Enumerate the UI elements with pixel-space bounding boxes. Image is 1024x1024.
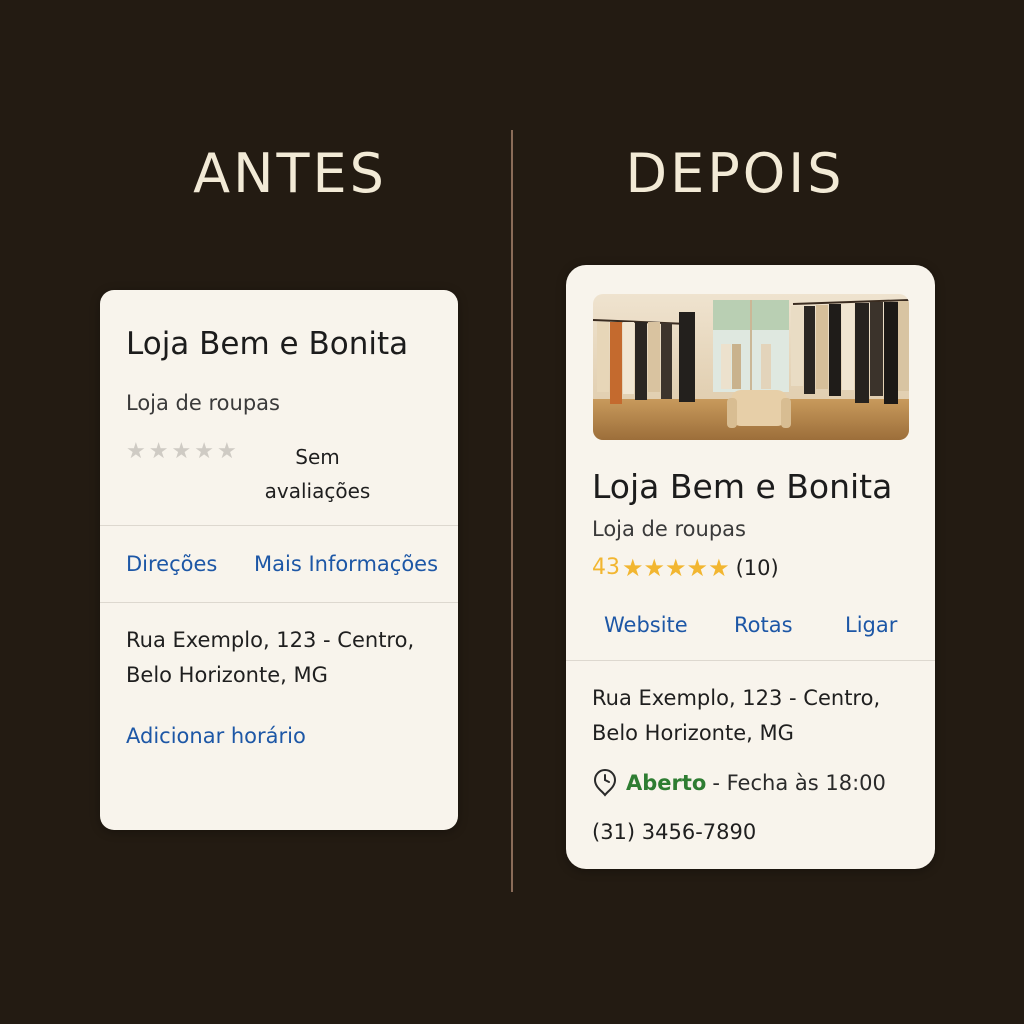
review-count[interactable]: (10) (736, 556, 779, 580)
rating-value: 43 (592, 555, 620, 580)
star-rating-stars: ★★★★★ (622, 553, 730, 582)
after-heading: DEPOIS (625, 142, 845, 205)
section-divider (100, 525, 458, 526)
address-line-1: Rua Exemplo, 123 - Centro, (592, 686, 881, 710)
rating-row: 43 ★★★★★ (10) (592, 555, 779, 580)
address: Rua Exemplo, 123 - Centro, Belo Horizont… (126, 623, 414, 693)
star-empty-icon: ★ (148, 439, 169, 464)
business-card-after: Loja Bem e Bonita Loja de roupas 43 ★★★★… (566, 265, 935, 869)
before-heading: ANTES (193, 142, 387, 205)
comparison-stage: ANTES DEPOIS Loja Bem e Bonita Loja de r… (0, 0, 1024, 1024)
business-category: Loja de roupas (592, 517, 746, 541)
address-line-2: Belo Horizonte, MG (126, 663, 328, 687)
section-divider (100, 602, 458, 603)
more-info-link[interactable]: Mais Informações (254, 552, 438, 576)
section-divider (566, 660, 935, 661)
store-interior-image (593, 294, 909, 440)
add-hours-link[interactable]: Adicionar horário (126, 724, 306, 748)
no-reviews-label: Sem avaliações (264, 445, 371, 503)
star-empty-icon: ★ (216, 439, 237, 464)
directions-link[interactable]: Direções (126, 552, 217, 576)
address-line-1: Rua Exemplo, 123 - Centro, (126, 628, 415, 652)
routes-link[interactable]: Rotas (734, 613, 793, 637)
center-divider (511, 130, 513, 892)
business-category: Loja de roupas (126, 391, 280, 415)
star-empty-icon: ★ (194, 439, 214, 464)
phone-number[interactable]: (31) 3456-7890 (592, 815, 756, 850)
star-rating-icon: ★★★★★ (622, 556, 730, 580)
open-status-label: Aberto (626, 771, 707, 795)
store-photo (593, 294, 909, 440)
call-link[interactable]: Ligar (845, 613, 897, 637)
opening-status: Aberto - Fecha às 18:00 (592, 769, 886, 797)
address-line-2: Belo Horizonte, MG (592, 721, 794, 745)
business-card-before: Loja Bem e Bonita Loja de roupas ★ ★ ★ ★… (100, 290, 458, 830)
closing-time: - Fecha às 18:00 (712, 771, 886, 795)
website-link[interactable]: Website (604, 613, 688, 637)
address: Rua Exemplo, 123 - Centro, Belo Horizont… (592, 681, 880, 751)
business-name: Loja Bem e Bonita (126, 326, 409, 362)
business-name: Loja Bem e Bonita (592, 467, 893, 506)
clock-pin-icon (593, 769, 617, 797)
star-empty-icon: ★ (171, 439, 192, 464)
star-empty-icon: ★ (126, 439, 146, 464)
empty-rating-stars: ★ ★ ★ ★ ★ (126, 440, 237, 464)
